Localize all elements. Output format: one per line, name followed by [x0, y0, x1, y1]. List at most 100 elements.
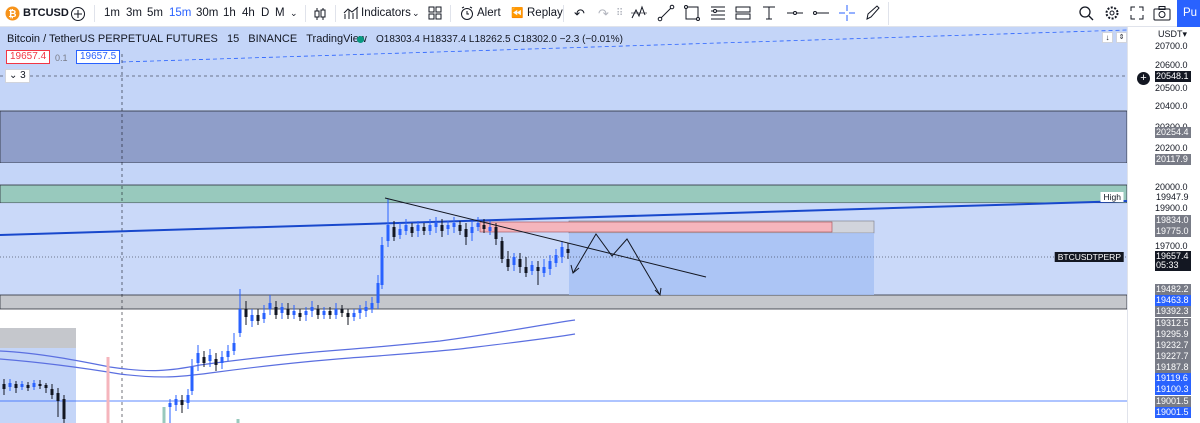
candle-body	[274, 307, 278, 315]
candle-body	[512, 257, 516, 265]
undo-icon[interactable]: ↶	[574, 0, 585, 27]
replay-button[interactable]: Replay	[527, 0, 563, 27]
fib-retracement-icon[interactable]	[709, 4, 727, 22]
gear-icon[interactable]	[1104, 5, 1120, 21]
legend-exchange: BINANCE	[248, 33, 298, 45]
candle-body	[174, 399, 178, 405]
open-value: 18303.4	[383, 34, 420, 45]
fullscreen-icon[interactable]	[1130, 6, 1144, 20]
candle-body	[410, 227, 414, 233]
publish-button[interactable]: Pu	[1177, 0, 1200, 27]
symbol-label: BTCUSDTPERP	[1054, 252, 1124, 262]
templates-grid-icon[interactable]	[428, 6, 442, 20]
candle-body	[458, 225, 462, 231]
price-label: 19001.5	[1155, 407, 1191, 418]
candle-body	[392, 227, 396, 237]
spread-value: 0.1	[55, 53, 68, 63]
interval-d[interactable]: D	[261, 0, 269, 27]
price-axis[interactable]: USDT▾ 20700.0 20600.0 20500.0 20400.0 20…	[1127, 27, 1200, 423]
price-label: 19295.9	[1155, 329, 1191, 340]
zone-mid-light	[0, 163, 1127, 185]
trend-line-icon[interactable]	[657, 4, 675, 22]
c-label: C	[513, 34, 521, 45]
price-label: 19834.0	[1155, 215, 1191, 226]
candle-body	[352, 313, 356, 317]
tradingview-app: ₿ BTCUSD 1m 3m 5m 15m 30m 1h 4h D M ⌄ In…	[0, 0, 1200, 423]
candle-body	[14, 384, 18, 388]
interval-4h[interactable]: 4h	[242, 0, 255, 27]
candle-body	[500, 241, 504, 259]
interval-1m[interactable]: 1m	[104, 0, 120, 27]
indicators-collapse-toggle[interactable]: ⌄ 3	[5, 69, 30, 83]
interval-15m-active[interactable]: 15m	[169, 0, 191, 27]
interval-dropdown-chevron-down-icon[interactable]: ⌄	[290, 0, 298, 27]
alert-clock-icon[interactable]	[459, 5, 475, 21]
candle-body	[358, 309, 362, 313]
candle-body	[334, 309, 338, 315]
candle-body	[238, 309, 242, 333]
redo-icon[interactable]: ↷	[598, 0, 609, 27]
moving-average-lower	[0, 333, 576, 378]
candle-body	[488, 227, 492, 231]
candle-body	[398, 229, 402, 235]
rectangle-icon[interactable]	[683, 4, 701, 22]
candle-body	[26, 385, 30, 388]
crosshair-icon[interactable]	[838, 4, 856, 22]
price-chart-canvas[interactable]	[0, 27, 1127, 423]
candle-body	[268, 303, 272, 309]
sell-price-box[interactable]: 19657.4	[6, 50, 51, 64]
price-label: 19312.5	[1155, 318, 1191, 329]
candle-body	[428, 225, 432, 231]
candle-body	[298, 313, 302, 317]
candle-body	[506, 259, 510, 267]
expand-arrows-icon[interactable]: ⇕	[1116, 32, 1127, 43]
ray-icon[interactable]	[812, 4, 830, 22]
alert-button[interactable]: Alert	[477, 0, 501, 27]
price-label: 19100.3	[1155, 384, 1191, 395]
candle-body	[476, 223, 480, 227]
candles-chart-type-icon[interactable]	[312, 6, 328, 22]
candle-body	[50, 389, 54, 395]
candle-body	[416, 225, 420, 231]
interval-30m[interactable]: 30m	[196, 0, 218, 27]
currency-selector[interactable]: USDT▾	[1158, 29, 1187, 40]
buy-price-box[interactable]: 19657.5	[76, 50, 121, 64]
interval-5m[interactable]: 5m	[147, 0, 163, 27]
candle-body	[530, 265, 534, 271]
interval-m[interactable]: M	[275, 0, 285, 27]
add-alert-plus-icon[interactable]: +	[1137, 72, 1150, 85]
scroll-down-arrow-icon[interactable]: ↓	[1102, 32, 1113, 43]
pitchfork-icon[interactable]	[630, 4, 648, 22]
camera-snapshot-icon[interactable]	[1153, 5, 1171, 21]
price-label: 19001.5	[1155, 396, 1191, 407]
horizontal-ray-icon[interactable]	[786, 4, 804, 22]
position-tool-icon[interactable]	[734, 4, 752, 22]
zone-support-gray	[0, 294, 1127, 310]
brush-icon[interactable]	[864, 4, 882, 22]
candle-body	[494, 227, 498, 239]
drag-handle-icon[interactable]: ⠿	[616, 0, 623, 27]
indicators-button[interactable]: Indicators	[361, 0, 411, 27]
compare-symbol-icon[interactable]	[70, 6, 86, 22]
text-tool-icon[interactable]	[760, 4, 778, 22]
candle-body	[566, 249, 570, 253]
candle-body	[202, 357, 206, 363]
candle-body	[346, 313, 350, 317]
indicators-chevron-down-icon[interactable]: ⌄	[412, 0, 420, 27]
chart-pane[interactable]: Bitcoin / TetherUS PERPETUAL FUTURES 15 …	[0, 27, 1127, 423]
close-value: 18302.0	[520, 34, 557, 45]
price-label: 19392.3	[1155, 306, 1191, 317]
candle-body	[286, 309, 290, 315]
symbol-search-button[interactable]: BTCUSD	[23, 0, 69, 27]
search-icon[interactable]	[1078, 5, 1094, 21]
candle-body	[380, 245, 384, 285]
currency-label: USDT	[1158, 29, 1183, 39]
change-value: −2.3 (−0.01%)	[559, 34, 623, 45]
indicators-icon[interactable]	[343, 5, 359, 21]
position-stop-box	[569, 233, 874, 295]
interval-3m[interactable]: 3m	[126, 0, 142, 27]
candle-body	[316, 309, 320, 315]
replay-rewind-icon[interactable]: ⏪	[511, 0, 523, 27]
interval-1h[interactable]: 1h	[223, 0, 236, 27]
candle-body	[554, 255, 558, 263]
